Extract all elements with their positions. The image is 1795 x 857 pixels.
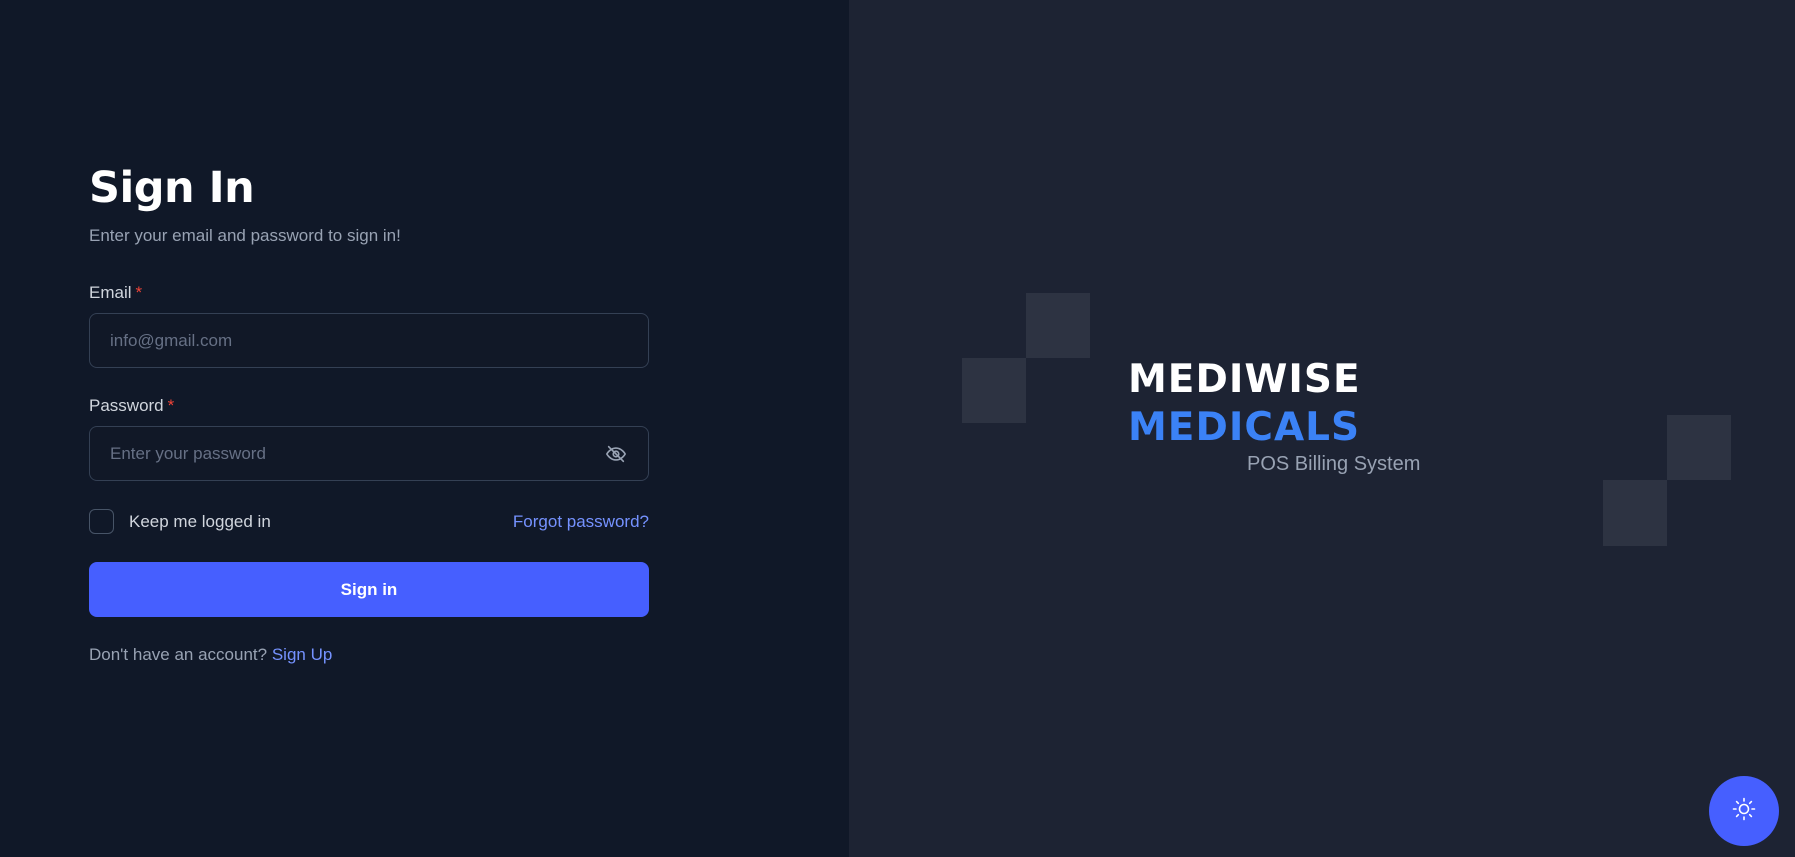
email-group: Email * <box>89 283 649 368</box>
sign-in-button[interactable]: Sign in <box>89 562 649 617</box>
signup-prompt: Don't have an account? <box>89 645 268 664</box>
options-row: Keep me logged in Forgot password? <box>89 509 649 534</box>
password-input-box[interactable] <box>89 426 649 481</box>
brand-panel: MEDIWISE MEDICALS POS Billing System <box>849 0 1795 857</box>
password-input[interactable] <box>110 443 604 464</box>
keep-logged-in-label: Keep me logged in <box>129 511 271 531</box>
email-input-box[interactable] <box>89 313 649 368</box>
email-label: Email * <box>89 283 142 302</box>
signup-row: Don't have an account? Sign Up <box>89 645 649 665</box>
keep-logged-in[interactable]: Keep me logged in <box>89 509 271 534</box>
page-title: Sign In <box>89 163 255 213</box>
email-label-text: Email <box>89 283 132 302</box>
required-mark: * <box>135 283 143 302</box>
required-mark: * <box>167 396 175 415</box>
brand-name-line1: MEDIWISE <box>1128 357 1361 402</box>
eye-off-icon[interactable] <box>604 442 628 466</box>
keep-logged-in-checkbox[interactable] <box>89 509 114 534</box>
brand-tagline: POS Billing System <box>1247 453 1421 475</box>
sign-in-page: Sign In Enter your email and password to… <box>0 0 1795 857</box>
theme-toggle-button[interactable] <box>1709 776 1779 846</box>
email-input[interactable] <box>110 330 628 351</box>
password-label: Password * <box>89 396 174 415</box>
sign-in-form: Sign In Enter your email and password to… <box>89 160 649 665</box>
sign-in-panel: Sign In Enter your email and password to… <box>0 0 849 857</box>
signup-link[interactable]: Sign Up <box>272 645 332 664</box>
password-group: Password * <box>89 396 649 481</box>
password-label-text: Password <box>89 396 164 415</box>
brand-name-line2: MEDICALS <box>1128 405 1361 450</box>
brand-logo: MEDIWISE MEDICALS POS Billing System <box>1128 357 1420 476</box>
sun-icon <box>1732 797 1756 826</box>
page-subtitle: Enter your email and password to sign in… <box>89 226 401 245</box>
forgot-password-link[interactable]: Forgot password? <box>513 512 649 532</box>
